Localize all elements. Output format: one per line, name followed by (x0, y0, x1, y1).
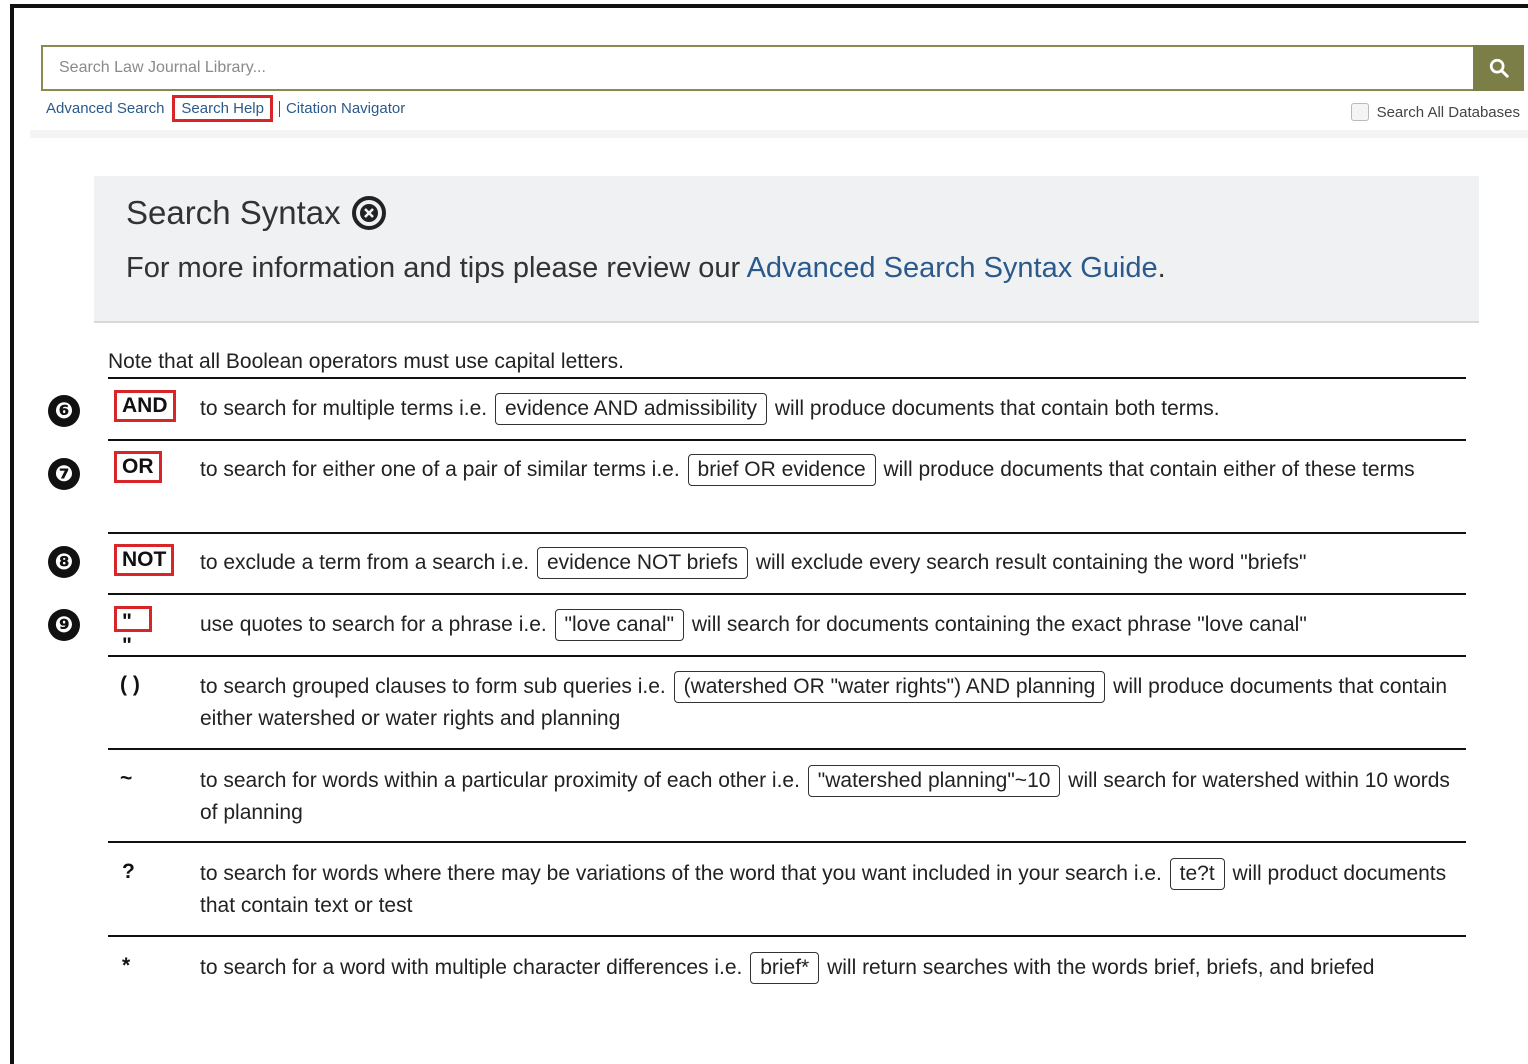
example-query: (watershed OR "water rights") AND planni… (673, 671, 1106, 703)
marker-8: ❽ (48, 546, 80, 578)
example-query: brief* (750, 952, 820, 984)
row-description: to search grouped clauses to form sub qu… (200, 671, 1460, 735)
link-separator (278, 100, 280, 117)
toolbar-divider (30, 130, 1528, 138)
row-description: to search for words within a particular … (200, 765, 1460, 829)
operator-tilde: ~ (120, 767, 133, 790)
table-divider (108, 841, 1466, 843)
table-divider (108, 532, 1466, 534)
operator-parentheses: ( ) (120, 673, 140, 696)
example-query: te?t (1169, 858, 1225, 890)
citation-navigator-link[interactable]: Citation Navigator (286, 100, 405, 117)
syntax-guide-link[interactable]: Advanced Search Syntax Guide (747, 252, 1158, 284)
example-query: "watershed planning"~10 (807, 765, 1061, 797)
search-input[interactable] (41, 45, 1473, 91)
marker-7: ❼ (48, 458, 80, 490)
operator-quotes: " " (114, 606, 152, 657)
table-divider (108, 655, 1466, 657)
operator-not: NOT (114, 544, 175, 576)
operator-question: ? (122, 860, 135, 883)
row-description: to search for multiple terms i.e. eviden… (200, 393, 1460, 425)
row-description: to exclude a term from a search i.e. evi… (200, 547, 1460, 579)
example-query: "love canal" (554, 609, 685, 641)
close-circle-icon[interactable] (351, 195, 387, 231)
search-links: Advanced Search Search Help Citation Nav… (46, 95, 405, 122)
operator-asterisk: * (122, 954, 131, 977)
marker-9: ❾ (48, 609, 80, 641)
search-bar (41, 45, 1524, 91)
row-description: use quotes to search for a phrase i.e. "… (200, 609, 1460, 641)
table-divider (108, 935, 1466, 937)
operator-or: OR (114, 451, 162, 483)
operator-and: AND (114, 390, 176, 422)
advanced-search-link[interactable]: Advanced Search (46, 100, 164, 117)
example-query: evidence NOT briefs (536, 547, 749, 579)
boolean-note: Note that all Boolean operators must use… (108, 350, 624, 373)
search-all-databases[interactable]: Search All Databases (1350, 103, 1520, 121)
panel-subtitle: For more information and tips please rev… (126, 252, 1166, 285)
row-description: to search for either one of a pair of si… (200, 454, 1460, 486)
panel-title: Search Syntax (126, 194, 387, 232)
search-button[interactable] (1473, 45, 1524, 91)
search-icon (1489, 58, 1509, 78)
search-syntax-panel: Search Syntax For more information and t… (94, 176, 1479, 323)
table-divider (108, 377, 1466, 379)
example-query: evidence AND admissibility (494, 393, 768, 425)
search-all-label: Search All Databases (1376, 103, 1520, 121)
panel-subtitle-end: . (1157, 252, 1166, 284)
example-query: brief OR evidence (687, 454, 876, 486)
row-description: to search for words where there may be v… (200, 858, 1460, 922)
panel-title-text: Search Syntax (126, 194, 341, 231)
table-divider (108, 593, 1466, 595)
table-divider (108, 439, 1466, 441)
table-divider (108, 748, 1466, 750)
row-description: to search for a word with multiple chara… (200, 952, 1460, 984)
search-all-checkbox[interactable] (1350, 103, 1369, 121)
panel-subtitle-text: For more information and tips please rev… (126, 252, 747, 284)
marker-6: ❻ (48, 395, 80, 427)
search-help-link[interactable]: Search Help (172, 95, 273, 122)
